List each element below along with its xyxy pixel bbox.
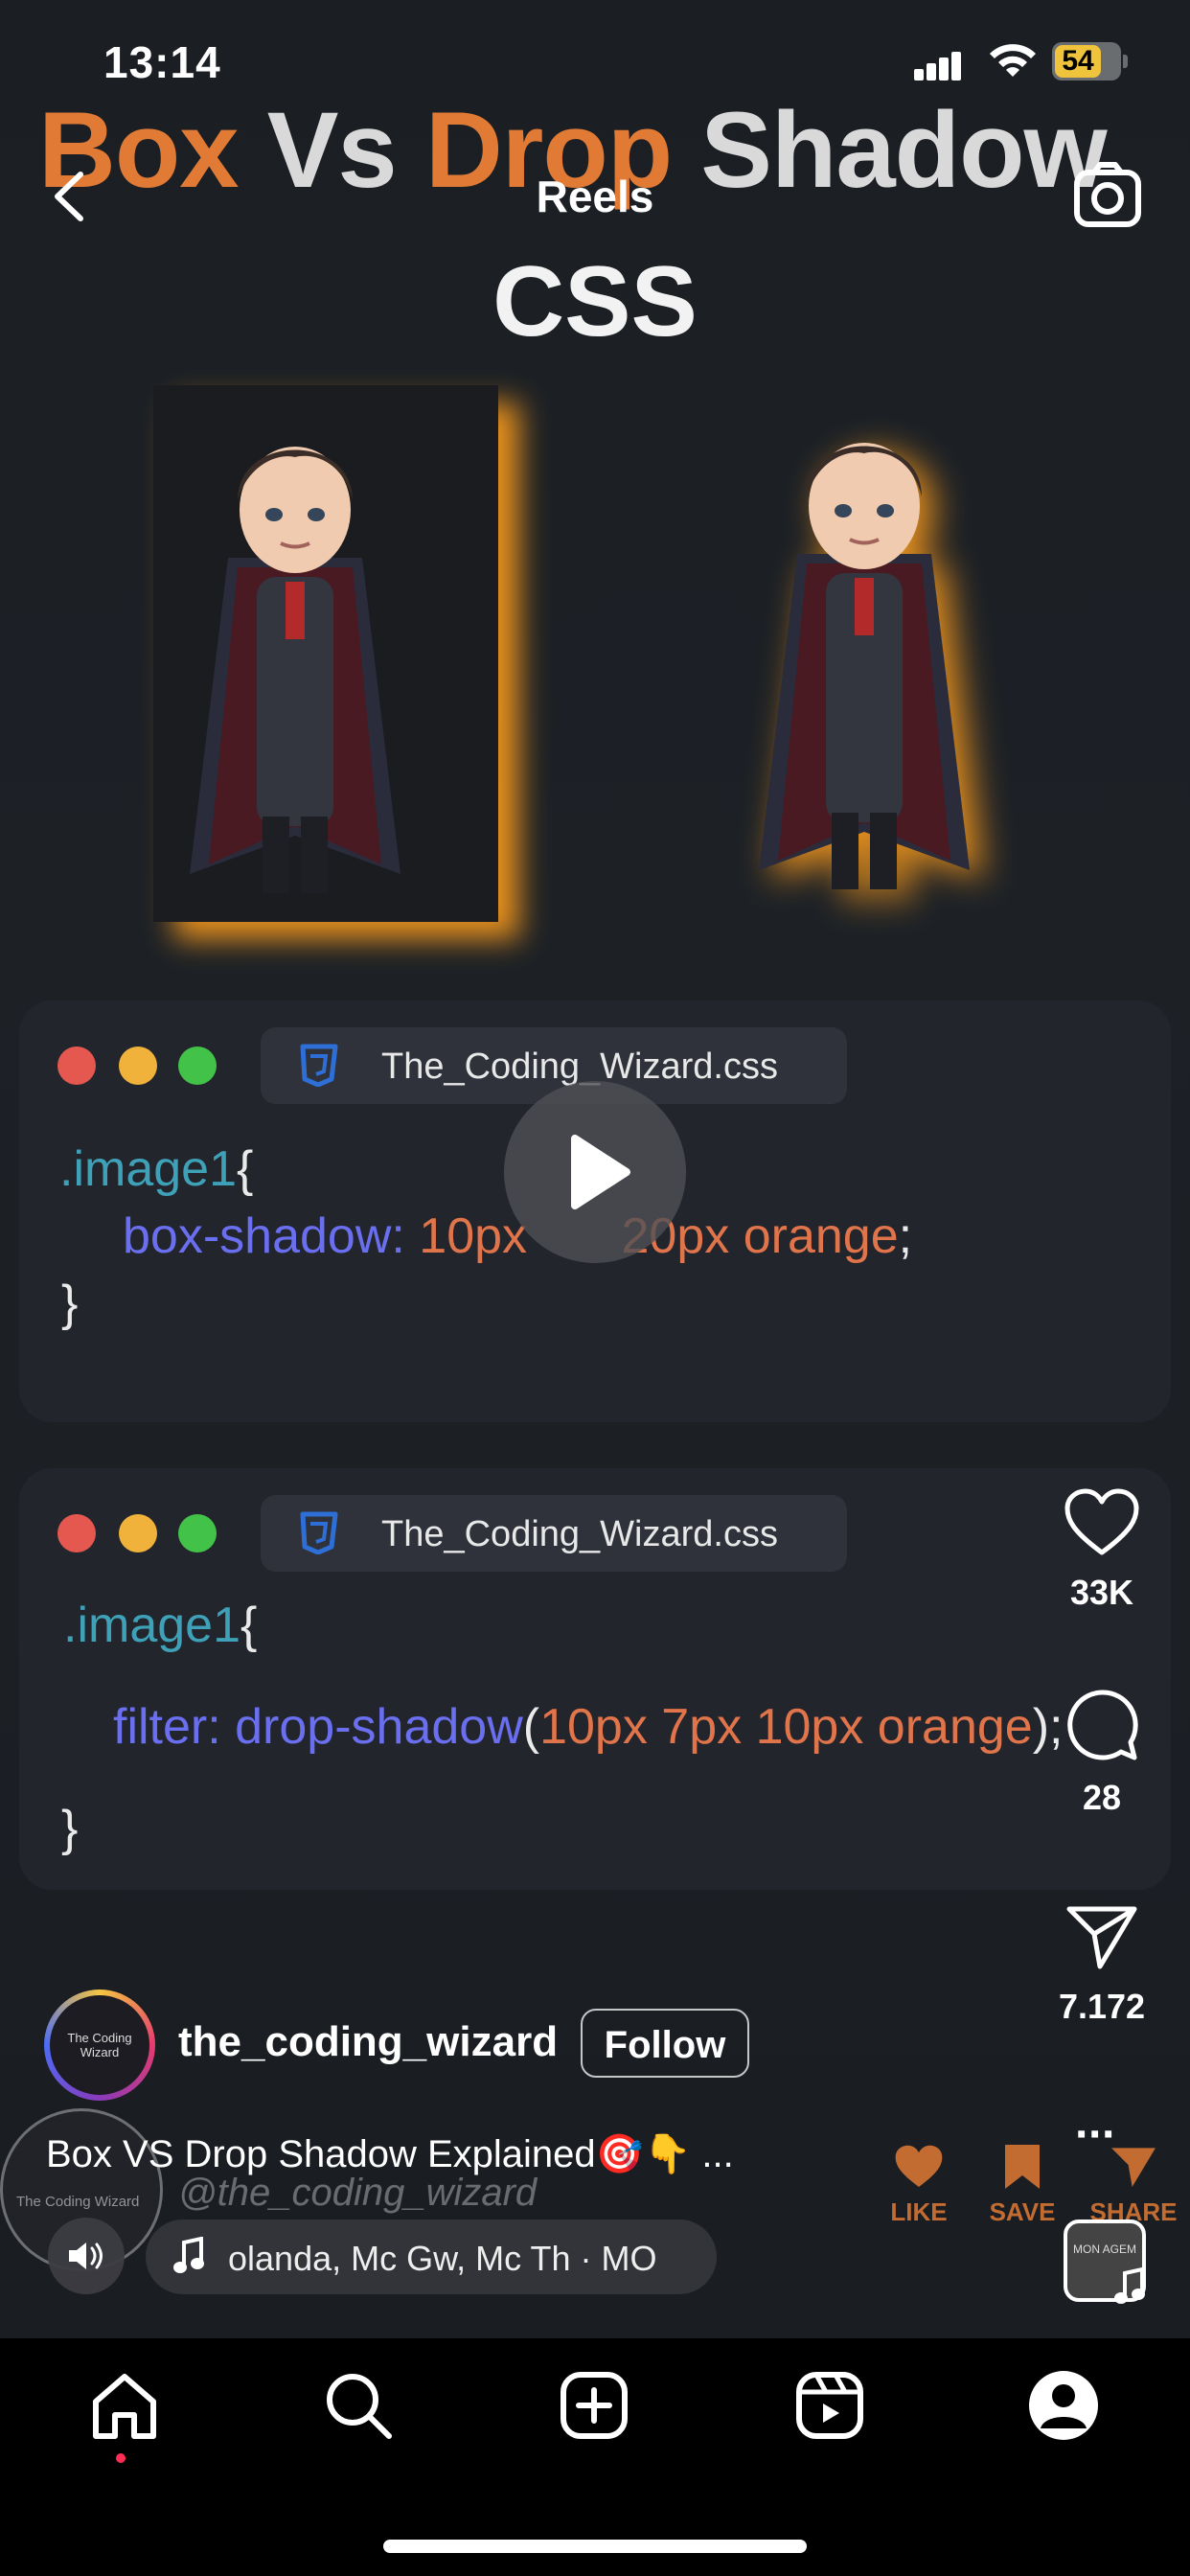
css3-icon	[300, 1044, 338, 1087]
profile-icon[interactable]	[1025, 2367, 1102, 2444]
code-property: filter:	[113, 1699, 221, 1755]
code-close-brace: }	[61, 1801, 79, 1856]
page-title: Reels	[536, 172, 654, 221]
comment-count: 28	[1082, 1778, 1122, 1817]
video-overlay-save: SAVE	[979, 2143, 1065, 2227]
caption[interactable]: Box VS Drop Shadow Explained🎯👇 ...	[46, 2131, 734, 2176]
battery-icon: 54	[1052, 42, 1128, 80]
code-function: drop-shadow	[235, 1699, 523, 1755]
window-minimize-dot	[119, 1046, 157, 1085]
camera-icon[interactable]	[1071, 161, 1144, 230]
css3-icon	[300, 1511, 338, 1554]
file-tab: The_Coding_Wizard.css	[261, 1495, 847, 1572]
code-selector: .image1	[63, 1598, 240, 1653]
play-icon[interactable]	[504, 1081, 686, 1263]
username[interactable]: the_coding_wizard	[178, 2018, 558, 2066]
share-count: 7.172	[1058, 1987, 1146, 2026]
window-close-dot	[57, 1046, 96, 1085]
audio-track-pill[interactable]: olanda, Mc Gw, Mc Th · MO	[146, 2220, 717, 2294]
code-property: box-shadow:	[123, 1208, 405, 1264]
battery-level: 54	[1055, 45, 1101, 78]
heart-icon	[1064, 1488, 1139, 1555]
window-maximize-dot	[178, 1046, 217, 1085]
wifi-icon	[990, 44, 1036, 77]
notification-dot	[116, 2453, 126, 2463]
home-indicator[interactable]	[383, 2540, 807, 2553]
avatar-logo-text: The Coding Wizard	[50, 1995, 149, 2095]
code-open-brace: {	[237, 1141, 254, 1197]
code-paren: (	[522, 1699, 540, 1755]
reels-icon[interactable]	[791, 2367, 868, 2444]
avatar[interactable]: The Coding Wizard	[44, 1990, 155, 2101]
speaker-icon[interactable]	[48, 2218, 125, 2294]
code-value: orange	[743, 1208, 899, 1264]
overlay-like-label: LIKE	[890, 2197, 948, 2226]
like-button[interactable]: 33K	[1044, 1487, 1159, 1613]
file-tab-label: The_Coding_Wizard.css	[381, 1514, 778, 1554]
follow-button[interactable]: Follow	[581, 2009, 749, 2078]
search-icon[interactable]	[320, 2367, 397, 2444]
audio-thumbnail-text: MON AGEM	[1072, 2242, 1136, 2256]
comment-button[interactable]: 28	[1044, 1687, 1159, 1818]
video-overlay-like: LIKE	[876, 2143, 962, 2227]
code-card-drop-shadow: The_Coding_Wizard.css .image1{ filter: d…	[19, 1468, 1171, 1890]
window-maximize-dot	[178, 1514, 217, 1552]
video-overlay-share: SHARE	[1081, 2143, 1186, 2227]
send-icon	[1066, 1906, 1137, 1969]
code-close-brace: }	[61, 1276, 79, 1331]
cellular-signal-icon	[914, 50, 962, 80]
code-value: 10px	[419, 1208, 528, 1264]
vampire-character-image	[190, 447, 400, 893]
code-value: 10px 7px 10px orange	[539, 1699, 1033, 1755]
music-note-icon	[173, 2237, 204, 2273]
code-selector: .image1	[59, 1141, 237, 1197]
overlay-save-label: SAVE	[989, 2197, 1056, 2226]
like-count: 33K	[1069, 1573, 1134, 1612]
status-time: 13:14	[103, 37, 221, 87]
vampire-character-image	[759, 443, 970, 889]
window-close-dot	[57, 1514, 96, 1552]
watermark-logo-text: The Coding Wizard	[16, 2194, 140, 2210]
audio-track-name: olanda, Mc Gw, Mc Th · MO	[228, 2239, 657, 2278]
code-semicolon: ;	[898, 1208, 913, 1264]
comment-icon	[1067, 1690, 1138, 1760]
music-note-icon	[1114, 2267, 1145, 2304]
create-icon[interactable]	[556, 2367, 632, 2444]
share-button[interactable]: 7.172	[1044, 1901, 1159, 2027]
code-open-brace: {	[240, 1598, 258, 1653]
watermark-handle: @the_coding_wizard	[178, 2172, 538, 2214]
video-title-line2: CSS	[492, 246, 698, 357]
window-minimize-dot	[119, 1514, 157, 1552]
home-icon[interactable]	[86, 2367, 163, 2444]
